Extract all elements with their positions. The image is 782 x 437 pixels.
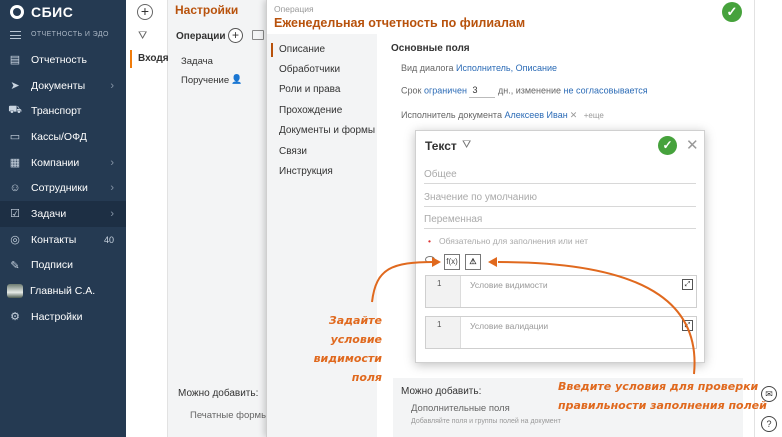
annotation-validation: Введите условия для проверки правильност…: [558, 377, 778, 415]
arrowhead-icon: [488, 257, 497, 267]
annotation-line: Введите условия для проверки: [558, 380, 759, 393]
annotation-line: видимости поля: [313, 352, 382, 384]
annotation-line: Задайте условие: [328, 314, 382, 346]
annotation-line: правильности заполнения полей: [558, 399, 767, 412]
annotation-arrows: [371, 257, 696, 375]
arrow-validation: [497, 261, 696, 375]
arrow-visibility: [371, 261, 435, 303]
arrowhead-icon: [432, 257, 441, 267]
annotation-visibility: Задайте условие видимости поля: [282, 311, 382, 387]
